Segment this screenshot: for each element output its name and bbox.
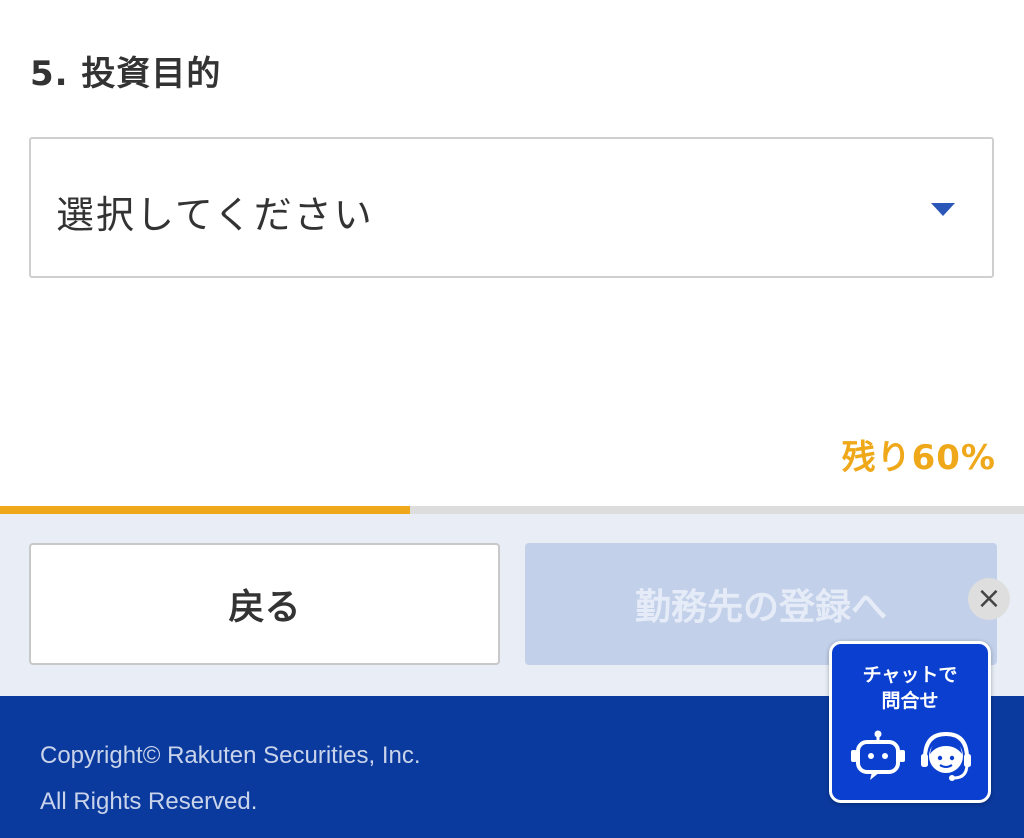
chat-label-line2: 問合せ — [881, 690, 939, 712]
rights-reserved-text: All Rights Reserved. — [40, 788, 258, 815]
close-icon[interactable]: × — [968, 578, 1010, 620]
account-application-page: 5. 投資目的 選択してください 残り60% 戻る 勤務先の登録へ Copyri… — [0, 0, 1024, 838]
question-title: 5. 投資目的 — [30, 54, 222, 94]
select-placeholder: 選択してください — [56, 193, 374, 237]
investment-purpose-select[interactable]: 選択してください — [29, 137, 994, 278]
chevron-down-icon — [931, 203, 955, 216]
progress-remaining-label: 残り60% — [841, 438, 996, 478]
chat-label: チャットで 問合せ — [832, 662, 988, 714]
progress-bar-fill — [0, 506, 410, 514]
operator-icon — [921, 731, 971, 781]
progress-bar — [0, 506, 1024, 514]
robot-icon — [851, 730, 905, 780]
back-button[interactable]: 戻る — [29, 543, 500, 665]
chat-support-button[interactable]: チャットで 問合せ — [829, 641, 991, 803]
copyright-text: Copyright© Rakuten Securities, Inc. — [40, 742, 421, 769]
chat-label-line1: チャットで — [862, 664, 958, 686]
